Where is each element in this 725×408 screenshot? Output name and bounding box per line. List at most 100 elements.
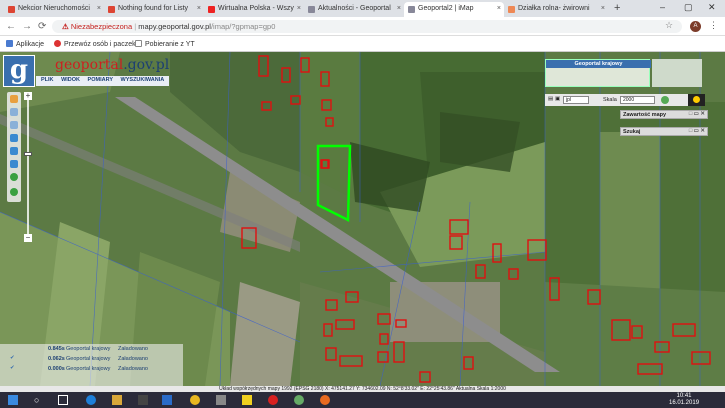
menu-icon[interactable]: ⋮	[709, 20, 718, 31]
scale-label: Skala	[603, 97, 617, 103]
favicon-icon	[8, 6, 15, 13]
chrome-icon[interactable]	[190, 395, 200, 405]
globe-icon[interactable]	[10, 134, 18, 142]
map-canvas[interactable]: g geoportal.gov.pl PLIK WIDOK POMIARY WY…	[0, 52, 725, 386]
zoom-handle[interactable]	[24, 152, 32, 156]
search-icon[interactable]: ○	[34, 395, 44, 405]
tab-wirtualna-polska[interactable]: Wirtualna Polska - Wszy ×	[204, 2, 304, 17]
bookmarks-bar: Aplikacje Przewóz osób i paczek Pobieran…	[0, 36, 725, 52]
close-tab-icon[interactable]: ×	[497, 5, 501, 12]
info-icon[interactable]	[10, 173, 18, 181]
tab-aktualnosci[interactable]: Aktualności - Geoportal ×	[304, 2, 404, 17]
url-input[interactable]: ⚠ Niezabezpieczona | mapy.geoportal.gov.…	[52, 20, 682, 33]
avatar[interactable]: A	[690, 21, 701, 32]
layer-load-list: 0.845s Geoportal krajowy Załadowano ✔ 0.…	[0, 344, 183, 386]
address-bar-row: ← → ⟳ ⚠ Niezabezpieczona | mapy.geoporta…	[0, 17, 725, 36]
page-icon	[135, 40, 142, 47]
forward-arrow-icon[interactable]: →	[22, 21, 32, 32]
geoportal-g-icon: g	[3, 55, 35, 87]
menu-plik[interactable]: PLIK	[38, 77, 57, 83]
bookmark-apps[interactable]: Aplikacje	[6, 40, 44, 48]
app-icon[interactable]	[216, 395, 226, 405]
bookmark-star-icon[interactable]: ☆	[665, 20, 673, 31]
prev-extent-icon[interactable]	[10, 147, 18, 155]
close-tab-icon[interactable]: ×	[197, 5, 201, 12]
geoportal-logo-text: geoportal.gov.pl	[55, 57, 170, 73]
back-arrow-icon[interactable]: ←	[6, 21, 16, 32]
apply-scale-button[interactable]	[661, 96, 669, 104]
panel-controls-icon[interactable]: □ ▭ ✕	[689, 111, 705, 117]
menu-wyszukiwania[interactable]: WYSZUKIWANIA	[118, 77, 168, 83]
layer-row: ✔ 0.062s Geoportal krajowy Załadowano	[10, 355, 148, 362]
tab-nekcior[interactable]: Nekcior Nieruchomości ×	[4, 2, 104, 17]
browser-tab-bar: Nekcior Nieruchomości × Nothing found fo…	[0, 0, 725, 17]
scale-input[interactable]: 2000	[620, 96, 655, 104]
windows-taskbar: ○ 10:41 16.01.2019	[0, 392, 725, 408]
overview-title: Geoportal krajowy	[546, 60, 651, 68]
layer-row: ✔ 0.000s Geoportal krajowy Załadowano	[10, 365, 148, 372]
eye-icon[interactable]	[688, 94, 705, 106]
app-icon[interactable]	[242, 395, 252, 405]
tab-nothing-found[interactable]: Nothing found for Listy ×	[104, 2, 204, 17]
reload-icon[interactable]: ⟳	[38, 21, 46, 32]
format-select[interactable]: jpl	[563, 96, 589, 104]
tab-dzialka-rolna[interactable]: Działka rolna- żwirowni ×	[504, 2, 608, 17]
start-windows-icon[interactable]	[8, 395, 18, 405]
url-path: /imap/?gpmap=gp0	[210, 22, 276, 31]
zoom-out-icon[interactable]	[10, 121, 18, 129]
panel-controls-icon[interactable]: □ ▭ ✕	[689, 128, 705, 134]
shield-icon	[54, 40, 61, 47]
favicon-icon	[508, 6, 515, 13]
next-extent-icon[interactable]	[10, 160, 18, 168]
map-toolbar	[7, 92, 21, 202]
identify-icon[interactable]	[10, 188, 18, 196]
zoom-in-icon[interactable]	[10, 108, 18, 116]
app-icon[interactable]	[294, 395, 304, 405]
new-tab-button[interactable]: +	[614, 2, 620, 14]
maximize-button[interactable]: ▢	[684, 2, 693, 13]
layer-row: 0.845s Geoportal krajowy Załadowano	[48, 346, 148, 352]
tab-geoportal-imap[interactable]: Geoportal2 | iMap ×	[404, 2, 504, 17]
close-tab-icon[interactable]: ×	[397, 5, 401, 12]
security-label[interactable]: Niezabezpieczona	[71, 22, 132, 31]
bookmark-pobieranie[interactable]: Pobieranie z YT	[135, 40, 195, 48]
menu-widok[interactable]: WIDOK	[58, 77, 83, 83]
file-explorer-icon[interactable]	[112, 395, 122, 405]
close-tab-icon[interactable]: ×	[297, 5, 301, 12]
screen: Nekcior Nieruchomości × Nothing found fo…	[0, 0, 725, 408]
panel-map-contents[interactable]: Zawartość mapy □ ▭ ✕	[620, 110, 708, 119]
check-icon: ✔	[10, 355, 15, 361]
zoom-plus-button[interactable]: +	[24, 92, 32, 100]
zoom-minus-button[interactable]: −	[24, 234, 32, 242]
hand-icon[interactable]	[10, 95, 18, 103]
close-tab-icon[interactable]: ×	[601, 5, 605, 12]
save-icon[interactable]: ▣	[555, 96, 560, 102]
print-icon[interactable]: ▤	[548, 96, 553, 102]
favicon-icon	[208, 6, 215, 13]
bookmark-przewoz[interactable]: Przewóz osób i paczek	[54, 40, 136, 48]
favicon-icon	[308, 6, 315, 13]
store-icon[interactable]	[138, 395, 148, 405]
menu-pomiary[interactable]: POMIARY	[85, 77, 116, 83]
warning-icon: ⚠	[62, 22, 69, 31]
apps-grid-icon	[6, 40, 13, 47]
panel-search[interactable]: Szukaj □ ▭ ✕	[620, 127, 708, 136]
zoom-slider[interactable]: + −	[24, 92, 32, 242]
opera-icon[interactable]	[268, 395, 278, 405]
firefox-icon[interactable]	[320, 395, 330, 405]
task-view-icon[interactable]	[58, 395, 68, 405]
map-control-bar: ▤ ▣ jpl Skala 2000	[545, 94, 705, 106]
overview-map-thumbnail[interactable]	[652, 59, 702, 87]
taskbar-clock[interactable]: 10:41 16.01.2019	[669, 393, 699, 407]
overview-map[interactable]: Geoportal krajowy	[545, 59, 651, 87]
url-host: mapy.geoportal.gov.pl	[138, 22, 211, 31]
zoom-track	[27, 100, 29, 235]
minimize-button[interactable]: –	[660, 2, 665, 12]
check-icon: ✔	[10, 365, 15, 371]
edge-icon[interactable]	[86, 395, 96, 405]
geoportal-menu: PLIK WIDOK POMIARY WYSZUKIWANIA	[36, 76, 170, 86]
mail-icon[interactable]	[162, 395, 172, 405]
favicon-icon	[408, 6, 415, 13]
close-window-button[interactable]: ✕	[708, 2, 716, 13]
close-tab-icon[interactable]: ×	[97, 5, 101, 12]
